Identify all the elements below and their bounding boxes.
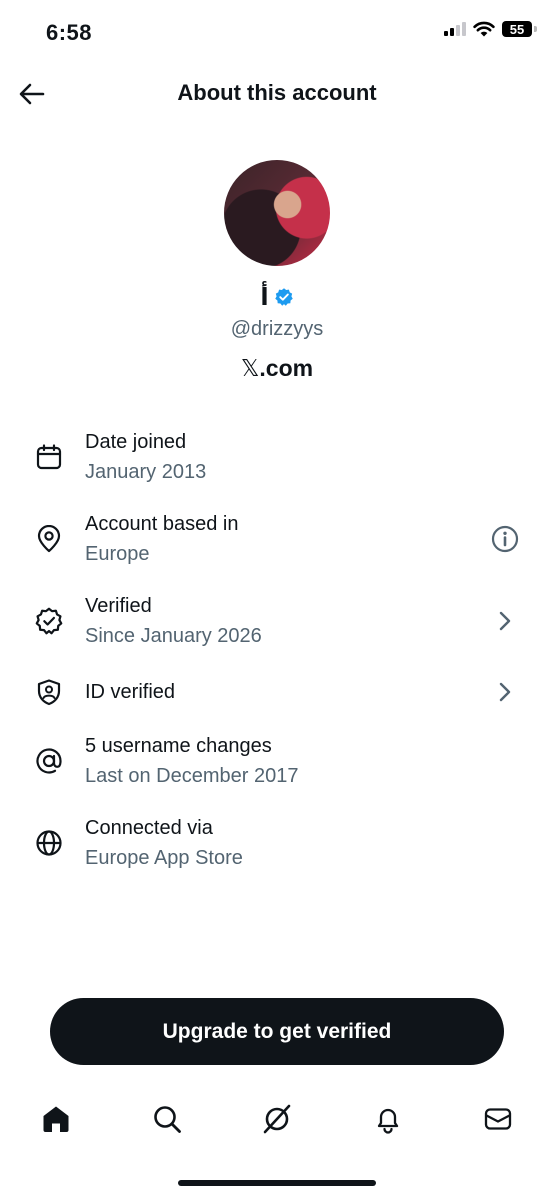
detail-label: Date joined	[85, 431, 187, 453]
detail-row-account-based-in: Account based in Europe	[0, 510, 554, 580]
detail-row-verified[interactable]: Verified Since January 2026	[0, 592, 554, 662]
detail-row-connected-via: Connected via Europe App Store	[0, 814, 554, 884]
detail-label: ID verified	[85, 681, 176, 703]
nav-notifications[interactable]	[366, 1097, 410, 1141]
site-label: 𝕏 .com	[0, 355, 554, 382]
search-icon	[153, 1106, 181, 1133]
info-icon[interactable]	[490, 524, 520, 554]
status-bar: 6:58 55	[0, 0, 554, 66]
status-time: 6:58	[46, 20, 93, 45]
battery-icon: 55	[502, 21, 537, 37]
name-row: أ	[0, 282, 554, 312]
detail-row-username-changes: 5 username changes Last on December 2017	[0, 732, 554, 802]
bottom-navigation	[0, 1097, 554, 1145]
notifications-bell-icon	[377, 1108, 398, 1134]
globe-icon	[34, 828, 64, 858]
nav-grok[interactable]	[255, 1097, 299, 1141]
detail-value: Europe	[85, 543, 150, 565]
nav-home[interactable]	[34, 1097, 78, 1141]
detail-label: Account based in	[85, 513, 239, 535]
upgrade-to-verified-button[interactable]: Upgrade to get verified	[50, 998, 504, 1065]
nav-messages[interactable]	[476, 1097, 520, 1141]
verified-checkmark-icon	[274, 288, 293, 306]
grok-icon	[263, 1104, 291, 1134]
avatar[interactable]	[224, 160, 330, 266]
battery-level: 55	[509, 21, 525, 37]
detail-label: Connected via	[85, 817, 213, 839]
wifi-icon	[473, 21, 495, 37]
home-indicator	[178, 1180, 376, 1186]
detail-row-date-joined: Date joined January 2013	[0, 428, 554, 498]
page-title: About this account	[177, 80, 377, 105]
detail-value: Since January 2026	[85, 625, 262, 647]
display-name: أ	[260, 283, 269, 311]
header: About this account	[0, 66, 554, 122]
detail-value: January 2013	[85, 461, 207, 483]
profile-summary: أ @drizzyys 𝕏 .com	[0, 160, 554, 382]
chevron-right-icon	[490, 677, 520, 707]
chevron-right-icon	[490, 606, 520, 636]
detail-value: Last on December 2017	[85, 765, 299, 787]
user-handle: @drizzyys	[230, 318, 324, 340]
detail-label: 5 username changes	[85, 735, 272, 757]
cellular-signal-icon	[444, 22, 466, 36]
calendar-icon	[34, 442, 64, 472]
verified-badge-icon	[34, 606, 64, 636]
detail-value: Europe App Store	[85, 847, 243, 869]
detail-row-id-verified[interactable]: ID verified	[0, 674, 554, 718]
detail-label: Verified	[85, 595, 152, 617]
id-shield-icon	[34, 677, 64, 707]
location-pin-icon	[34, 524, 64, 554]
messages-envelope-icon	[484, 1108, 512, 1130]
home-icon	[43, 1106, 69, 1132]
x-logo-icon: 𝕏	[240, 355, 260, 381]
site-suffix: .com	[259, 355, 314, 381]
at-sign-icon	[34, 746, 64, 776]
nav-search[interactable]	[145, 1097, 189, 1141]
status-icons: 55	[444, 21, 537, 37]
